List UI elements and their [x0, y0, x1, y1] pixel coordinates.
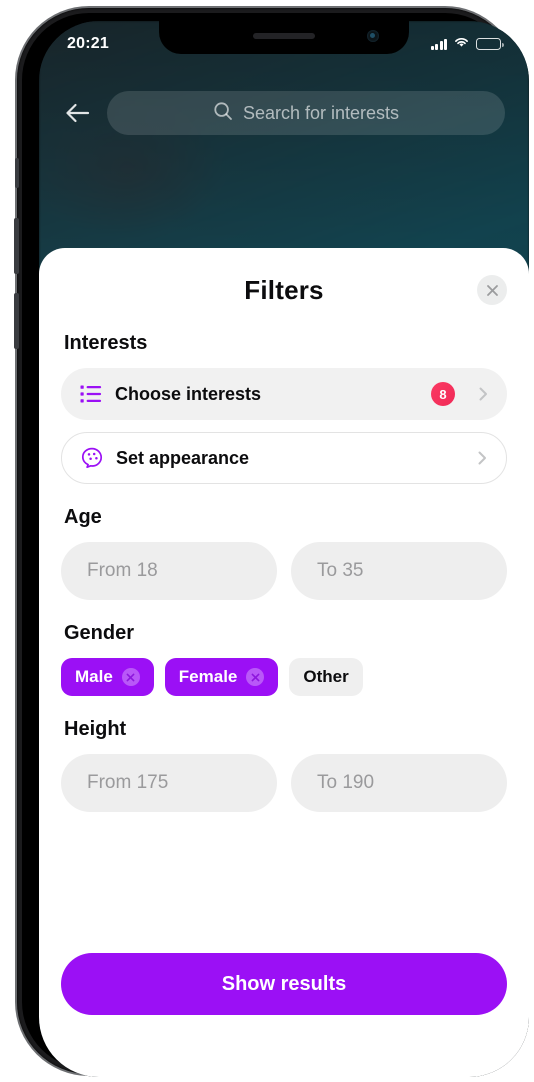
section-age: Age From 18 To 35: [61, 506, 507, 600]
sheet-header: Filters: [61, 248, 507, 332]
page-title: Filters: [244, 274, 324, 305]
phone-screen: 20:21 Search for interests Filters Inter…: [39, 21, 529, 1077]
section-height: Height From 175 To 190: [61, 718, 507, 812]
height-range-row: From 175 To 190: [61, 754, 507, 812]
close-icon[interactable]: [477, 275, 507, 305]
height-from-input[interactable]: From 175: [61, 754, 277, 812]
row-label-choose-interests: Choose interests: [115, 383, 262, 404]
search-input[interactable]: Search for interests: [107, 91, 505, 135]
section-title-interests: Interests: [64, 332, 148, 354]
chevron-right-icon: [474, 450, 490, 466]
section-gender: Gender Male Female Other: [61, 622, 507, 696]
battery-icon: [476, 38, 504, 50]
wifi-icon: [453, 35, 470, 53]
section-title-height: Height: [64, 718, 127, 740]
mute-switch[interactable]: [15, 158, 19, 188]
age-to-input[interactable]: To 35: [291, 542, 507, 600]
earpiece-speaker: [253, 33, 315, 39]
status-badge: 8: [431, 382, 455, 406]
phone-device-frame: 20:21 Search for interests Filters Inter…: [14, 8, 529, 1077]
palette-icon: [80, 446, 104, 470]
volume-down-button[interactable]: [14, 293, 19, 349]
back-arrow-icon[interactable]: [63, 98, 93, 128]
row-label-set-appearance: Set appearance: [116, 447, 250, 468]
search-header: Search for interests: [39, 89, 529, 137]
chip-remove-icon[interactable]: [246, 668, 265, 686]
chip-label-male: Male: [75, 667, 113, 686]
status-bar-indicators: [430, 35, 504, 53]
cellular-signal-icon: [430, 38, 447, 50]
age-from-placeholder: From 18: [87, 560, 158, 581]
volume-up-button[interactable]: [14, 218, 19, 274]
chip-label-other: Other: [303, 667, 349, 686]
row-choose-interests[interactable]: Choose interests 8: [61, 368, 507, 420]
section-title-gender: Gender: [64, 622, 135, 644]
filters-bottom-sheet: Filters Interests Choose interests 8 Set…: [39, 248, 529, 1077]
chip-label-female: Female: [178, 667, 238, 686]
search-placeholder-text: Search for interests: [242, 102, 400, 123]
chip-male[interactable]: Male: [61, 658, 154, 696]
age-range-row: From 18 To 35: [61, 542, 507, 600]
list-icon: [79, 382, 103, 406]
section-interests: Interests Choose interests 8 Set appeara…: [61, 332, 507, 484]
notch: [159, 21, 409, 54]
row-set-appearance[interactable]: Set appearance: [61, 432, 507, 484]
chip-other[interactable]: Other: [289, 658, 363, 696]
age-from-input[interactable]: From 18: [61, 542, 277, 600]
chip-female[interactable]: Female: [164, 658, 279, 696]
front-camera-icon: [367, 30, 379, 42]
age-to-placeholder: To 35: [317, 560, 364, 581]
section-title-age: Age: [64, 506, 102, 528]
status-bar-clock: 20:21: [67, 35, 109, 52]
chip-remove-icon[interactable]: [121, 668, 140, 686]
height-to-placeholder: To 190: [317, 772, 375, 793]
search-icon: [213, 101, 233, 126]
height-from-placeholder: From 175: [87, 772, 169, 793]
gender-chip-row: Male Female Other: [61, 658, 507, 696]
height-to-input[interactable]: To 190: [291, 754, 507, 812]
cta-container: Show results: [61, 953, 507, 1077]
chevron-right-icon: [475, 386, 491, 402]
show-results-button[interactable]: Show results: [61, 953, 507, 1015]
